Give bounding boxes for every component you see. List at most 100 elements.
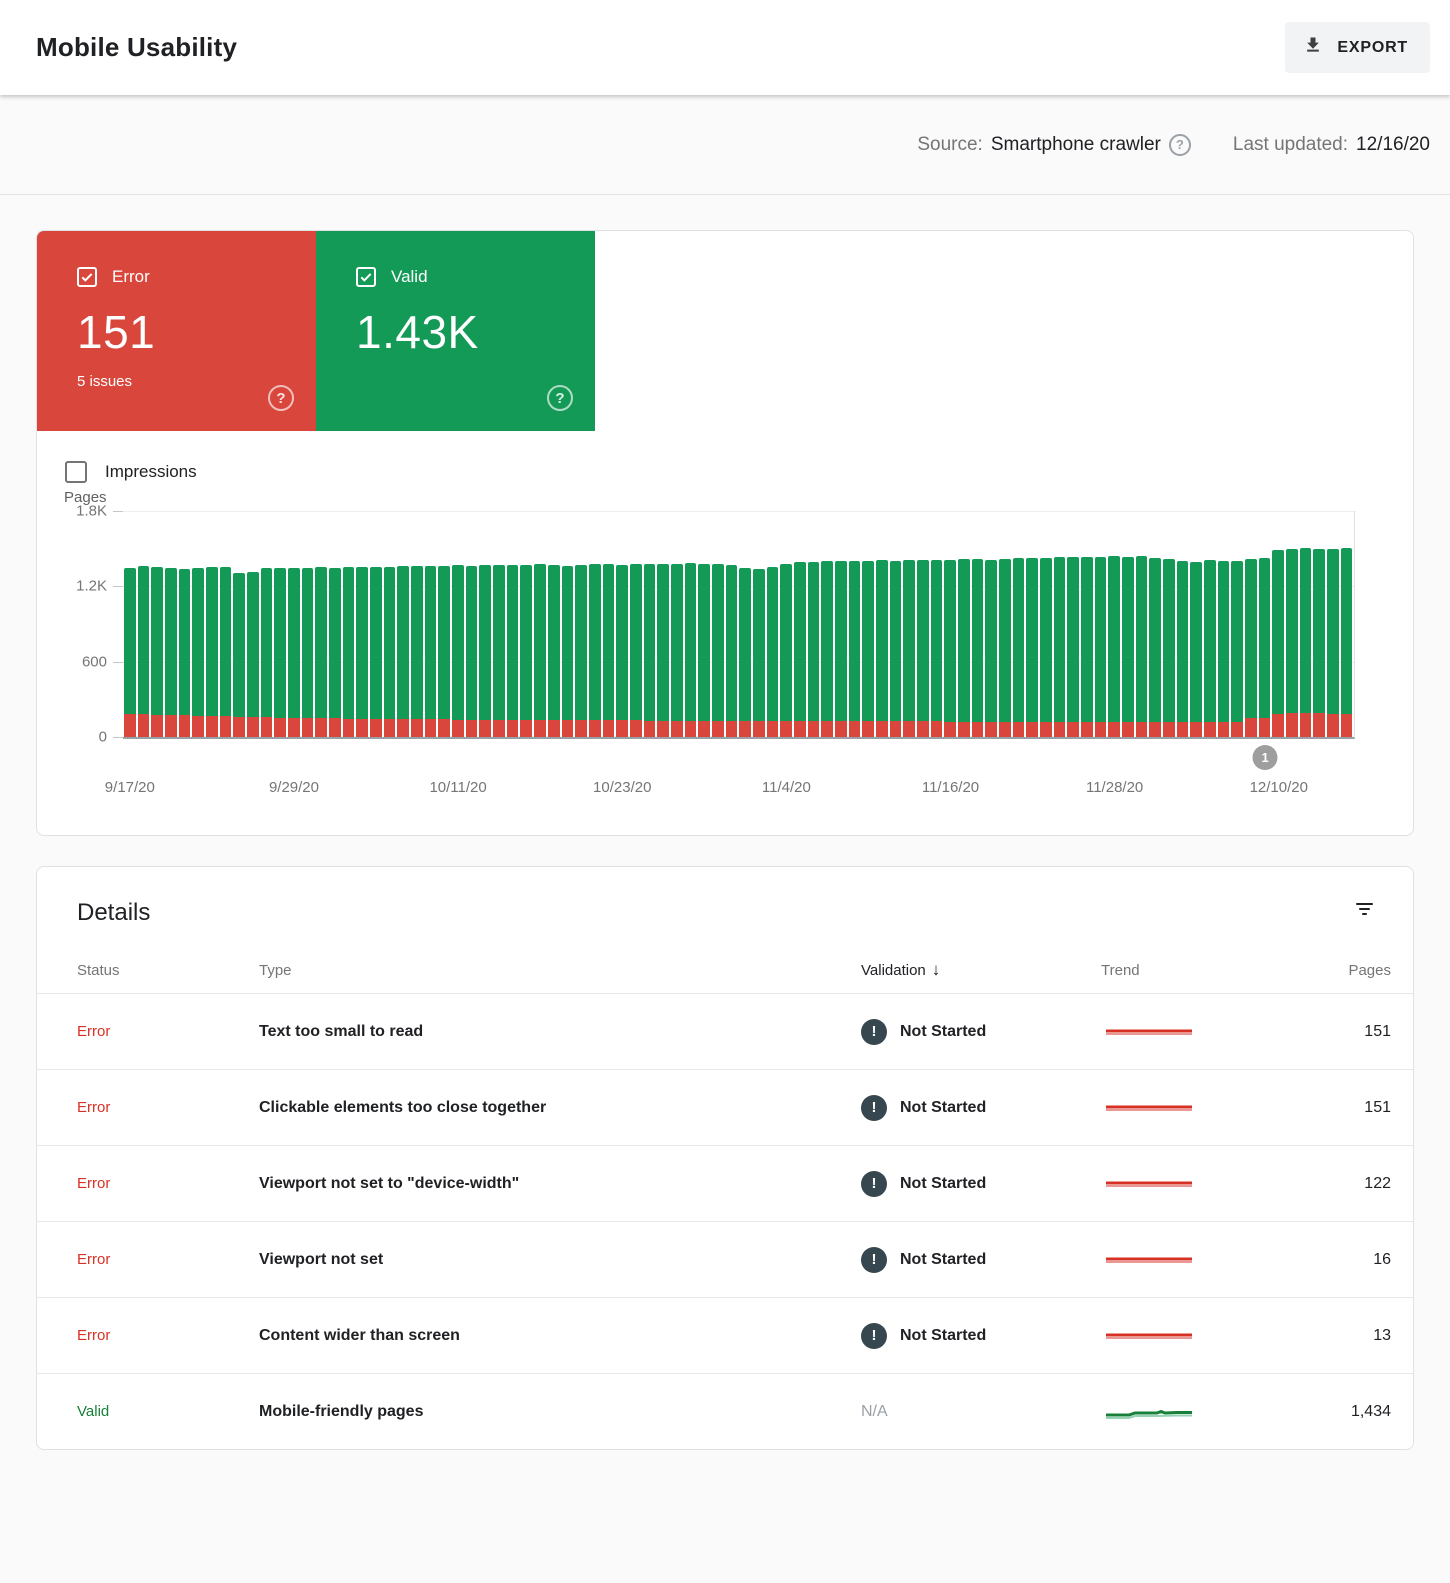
stacked-bar[interactable] (329, 511, 341, 737)
stacked-bar[interactable] (274, 511, 286, 737)
stacked-bar[interactable] (384, 511, 396, 737)
stacked-bar[interactable] (493, 511, 505, 737)
stacked-bar[interactable] (739, 511, 751, 737)
stacked-bar[interactable] (780, 511, 792, 737)
stacked-bar[interactable] (753, 511, 765, 737)
stacked-bar[interactable] (876, 511, 888, 737)
stacked-bar[interactable] (370, 511, 382, 737)
stacked-bar[interactable] (644, 511, 656, 737)
export-button[interactable]: EXPORT (1285, 22, 1430, 73)
valid-checkbox[interactable] (356, 267, 376, 287)
issue-type-cell[interactable]: Content wider than screen (259, 1327, 861, 1345)
stacked-bar[interactable] (507, 511, 519, 737)
stacked-bar[interactable] (1341, 511, 1353, 737)
details-table-row[interactable]: ErrorViewport not set!Not Started16 (37, 1221, 1413, 1297)
stacked-bar[interactable] (1272, 511, 1284, 737)
stacked-bar[interactable] (315, 511, 327, 737)
details-table-row[interactable]: ErrorViewport not set to "device-width"!… (37, 1145, 1413, 1221)
stacked-bar[interactable] (302, 511, 314, 737)
stacked-bar[interactable] (862, 511, 874, 737)
valid-summary-box[interactable]: Valid 1.43K ? (316, 231, 595, 431)
stacked-bar[interactable] (1163, 511, 1175, 737)
stacked-bar[interactable] (479, 511, 491, 737)
stacked-bar[interactable] (1108, 511, 1120, 737)
stacked-bar[interactable] (999, 511, 1011, 737)
impressions-toggle[interactable]: Impressions (65, 461, 1413, 483)
stacked-bar[interactable] (849, 511, 861, 737)
error-summary-box[interactable]: Error 151 5 issues ? (37, 231, 316, 431)
impressions-checkbox[interactable] (65, 461, 87, 483)
stacked-bar[interactable] (1300, 511, 1312, 737)
stacked-bar[interactable] (1149, 511, 1161, 737)
col-header-pages[interactable]: Pages (1291, 962, 1391, 979)
stacked-bar[interactable] (1013, 511, 1025, 737)
details-table-row[interactable]: ErrorClickable elements too close togeth… (37, 1069, 1413, 1145)
issue-type-cell[interactable]: Text too small to read (259, 1023, 861, 1041)
stacked-bar[interactable] (1286, 511, 1298, 737)
stacked-bar[interactable] (603, 511, 615, 737)
source-help-icon[interactable]: ? (1169, 134, 1191, 156)
stacked-bar[interactable] (985, 511, 997, 737)
stacked-bar[interactable] (944, 511, 956, 737)
filter-icon[interactable] (1352, 899, 1377, 919)
stacked-bar[interactable] (206, 511, 218, 737)
stacked-bar[interactable] (903, 511, 915, 737)
stacked-bar[interactable] (1067, 511, 1079, 737)
stacked-bar[interactable] (220, 511, 232, 737)
stacked-bar[interactable] (931, 511, 943, 737)
stacked-bar[interactable] (397, 511, 409, 737)
chart-annotation-marker[interactable]: 1 (1253, 745, 1278, 770)
stacked-bar[interactable] (685, 511, 697, 737)
stacked-bar[interactable] (356, 511, 368, 737)
stacked-bar[interactable] (1231, 511, 1243, 737)
stacked-bar[interactable] (233, 511, 245, 737)
stacked-bar[interactable] (1177, 511, 1189, 737)
stacked-bar[interactable] (1026, 511, 1038, 737)
col-header-trend[interactable]: Trend (1101, 962, 1291, 979)
stacked-bar[interactable] (890, 511, 902, 737)
stacked-bar[interactable] (192, 511, 204, 737)
stacked-bar[interactable] (575, 511, 587, 737)
stacked-bar[interactable] (1218, 511, 1230, 737)
stacked-bar[interactable] (165, 511, 177, 737)
stacked-bar[interactable] (534, 511, 546, 737)
stacked-bar[interactable] (1327, 511, 1339, 737)
issue-type-cell[interactable]: Viewport not set to "device-width" (259, 1175, 861, 1193)
stacked-bar[interactable] (1095, 511, 1107, 737)
stacked-bar[interactable] (616, 511, 628, 737)
col-header-validation[interactable]: Validation ↓ (861, 960, 1101, 980)
stacked-bar[interactable] (425, 511, 437, 737)
stacked-bar[interactable] (179, 511, 191, 737)
stacked-bar[interactable] (343, 511, 355, 737)
error-help-icon[interactable]: ? (268, 385, 294, 411)
details-table-row[interactable]: ValidMobile-friendly pagesN/A1,434 (37, 1373, 1413, 1449)
stacked-bar[interactable] (671, 511, 683, 737)
source-selector[interactable]: Source: Smartphone crawler ? (917, 134, 1191, 156)
stacked-bar[interactable] (657, 511, 669, 737)
issue-type-cell[interactable]: Clickable elements too close together (259, 1099, 861, 1117)
stacked-bar[interactable] (138, 511, 150, 737)
stacked-bar[interactable] (411, 511, 423, 737)
stacked-bar[interactable] (1081, 511, 1093, 737)
stacked-bar[interactable] (247, 511, 259, 737)
stacked-bar[interactable] (589, 511, 601, 737)
stacked-bar[interactable] (466, 511, 478, 737)
error-checkbox[interactable] (77, 267, 97, 287)
col-header-type[interactable]: Type (259, 962, 861, 979)
stacked-bar[interactable] (1122, 511, 1134, 737)
stacked-bar[interactable] (261, 511, 273, 737)
stacked-bar[interactable] (1204, 511, 1216, 737)
stacked-bar[interactable] (1190, 511, 1202, 737)
stacked-bar[interactable] (452, 511, 464, 737)
stacked-bar[interactable] (1245, 511, 1257, 737)
stacked-bar[interactable] (958, 511, 970, 737)
stacked-bar[interactable] (1313, 511, 1325, 737)
stacked-bar[interactable] (562, 511, 574, 737)
stacked-bar[interactable] (1259, 511, 1271, 737)
details-table-row[interactable]: ErrorText too small to read!Not Started1… (37, 993, 1413, 1069)
stacked-bar[interactable] (698, 511, 710, 737)
stacked-bar[interactable] (835, 511, 847, 737)
valid-help-icon[interactable]: ? (547, 385, 573, 411)
stacked-bar[interactable] (794, 511, 806, 737)
stacked-bar[interactable] (1136, 511, 1148, 737)
